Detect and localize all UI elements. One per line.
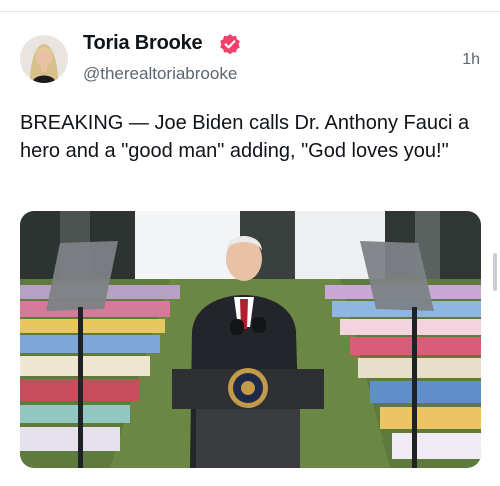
author-handle[interactable]: @therealtoriabrooke	[83, 64, 237, 84]
avatar[interactable]	[20, 35, 68, 83]
verified-badge-icon	[220, 34, 240, 55]
scrollbar-thumb[interactable]	[493, 253, 497, 291]
post-timestamp[interactable]: 1h	[462, 51, 480, 69]
post-media-image[interactable]	[20, 211, 481, 468]
post-card[interactable]: Toria Brooke @therealtoriabrooke 1h BREA…	[0, 13, 500, 486]
top-divider	[0, 0, 500, 12]
author-name[interactable]: Toria Brooke	[83, 32, 203, 55]
post-text: BREAKING — Joe Biden calls Dr. Anthony F…	[20, 112, 470, 162]
